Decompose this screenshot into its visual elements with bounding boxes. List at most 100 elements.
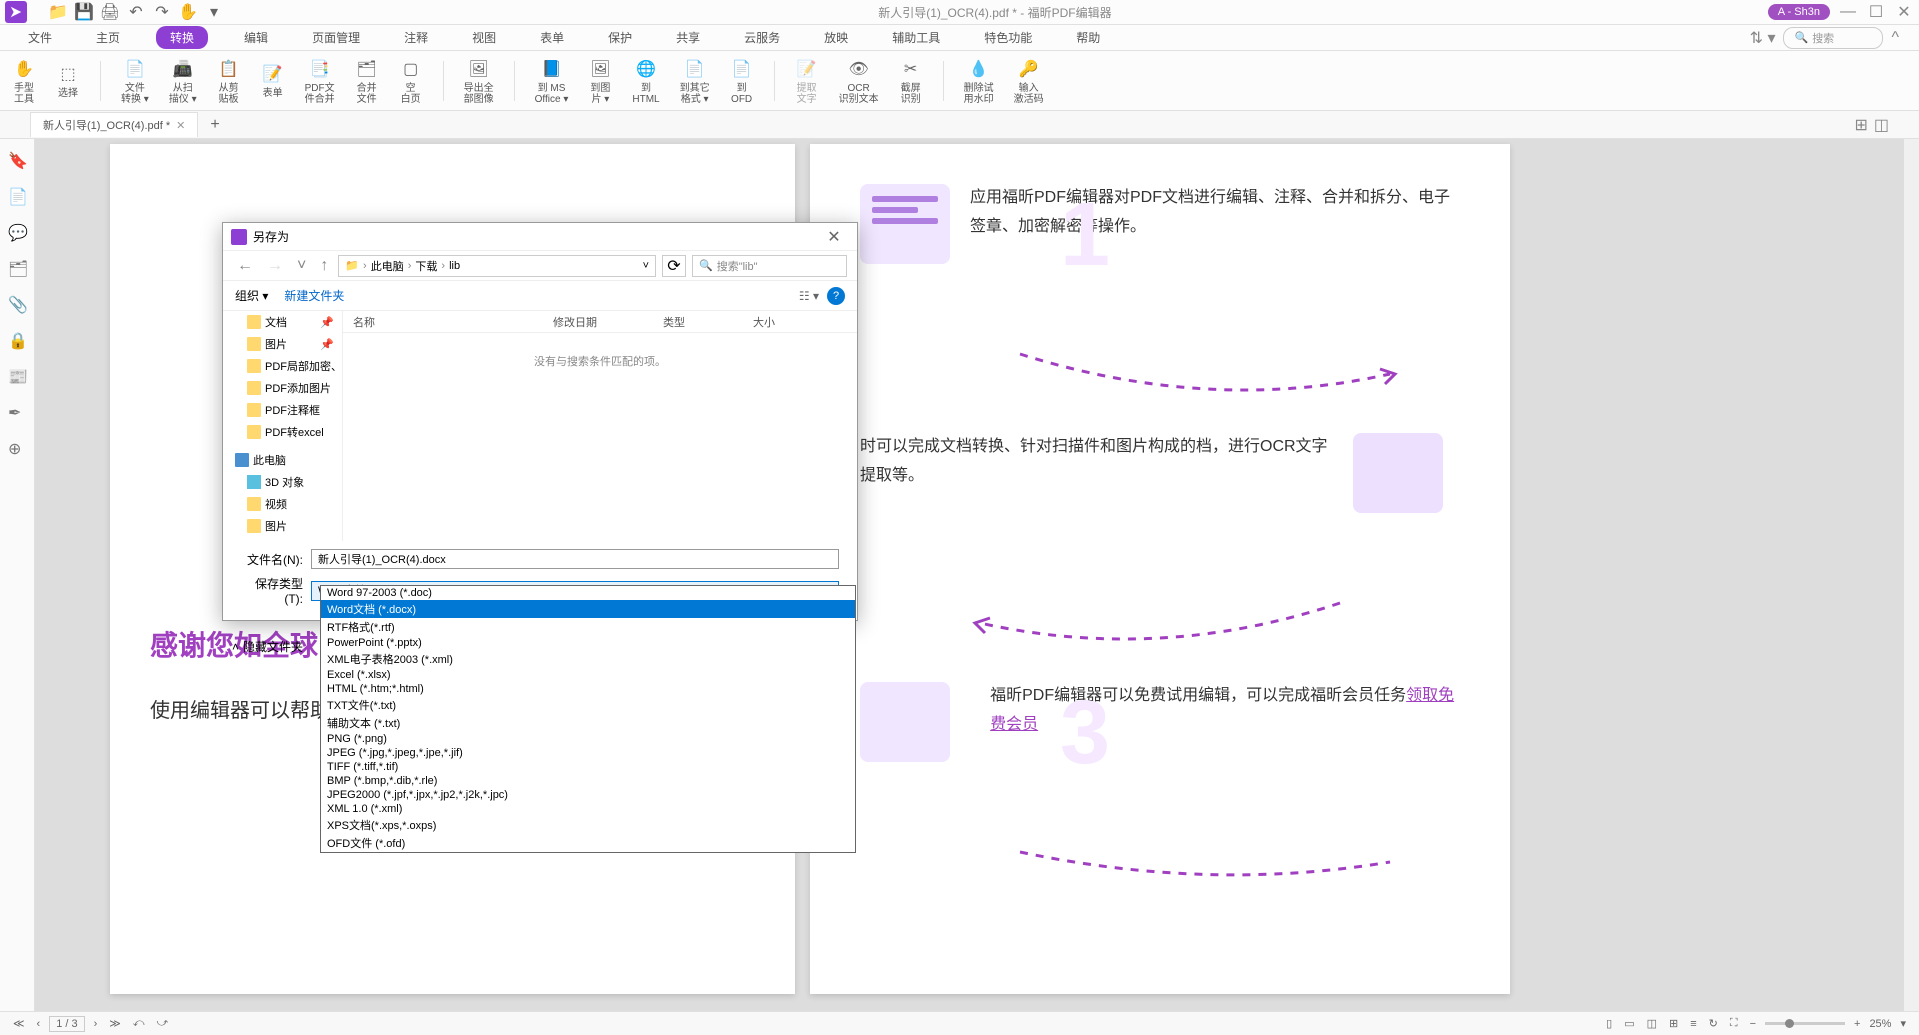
vertical-scrollbar[interactable] — [1904, 139, 1919, 1011]
dd-option[interactable]: Excel (*.xlsx) — [321, 668, 855, 682]
bookmark-icon[interactable]: 🔖 — [8, 151, 26, 169]
menu-help[interactable]: 帮助 — [1068, 26, 1108, 49]
sidebar-item[interactable]: 文档📌 — [223, 311, 342, 333]
ribbon-to-html[interactable]: 🌐到 HTML — [628, 55, 663, 107]
zoom-value[interactable]: 25% — [1869, 1018, 1891, 1030]
document-tab[interactable]: 新人引导(1)_OCR(4).pdf * ✕ — [30, 112, 198, 137]
maximize-button[interactable]: ☐ — [1866, 2, 1886, 22]
ribbon-file-convert[interactable]: 📄文件 转换 ▾ — [117, 55, 153, 107]
menu-home[interactable]: 主页 — [88, 26, 128, 49]
refresh-button[interactable]: ⟳ — [662, 255, 686, 277]
filetype-dropdown[interactable]: Word 97-2003 (*.doc) Word文档 (*.docx) RTF… — [320, 585, 856, 853]
dd-option[interactable]: Word 97-2003 (*.doc) — [321, 586, 855, 600]
breadcrumb[interactable]: 📁 › 此电脑 › 下载 › lib ˅ — [338, 255, 656, 277]
view-reflow-icon[interactable]: ≡ — [1687, 1018, 1699, 1030]
col-type[interactable]: 类型 — [653, 314, 743, 330]
ribbon-merge-files[interactable]: 🗂合并 文件 — [351, 55, 383, 107]
menu-form[interactable]: 表单 — [532, 26, 572, 49]
view-continuous-icon[interactable]: ▭ — [1621, 1017, 1637, 1030]
sidebar-item[interactable]: PDF转excel — [223, 421, 342, 443]
sidebar-item[interactable]: 视频 — [223, 493, 342, 515]
view-two-continuous-icon[interactable]: ⊞ — [1666, 1017, 1681, 1030]
sort-icon[interactable]: ⇅ ▾ — [1750, 28, 1776, 48]
menu-protect[interactable]: 保护 — [600, 26, 640, 49]
qat-open-icon[interactable]: 📁 — [50, 4, 66, 20]
ribbon-screenshot-ocr[interactable]: ✂截屏 识别 — [895, 55, 927, 107]
more-panels-icon[interactable]: ⊕ — [8, 439, 26, 457]
col-name[interactable]: 名称 — [343, 314, 543, 330]
zoom-out-button[interactable]: − — [1747, 1018, 1759, 1030]
menu-file[interactable]: 文件 — [20, 26, 60, 49]
dd-option[interactable]: TIFF (*.tiff,*.tif) — [321, 760, 855, 774]
ribbon-to-msoffice[interactable]: 📘到 MS Office ▾ — [531, 55, 573, 107]
nav-recent-button[interactable]: ˅ — [293, 257, 310, 275]
dialog-close-button[interactable]: ✕ — [819, 227, 849, 247]
dd-option[interactable]: XML电子表格2003 (*.xml) — [321, 650, 855, 668]
qat-more-icon[interactable]: ▾ — [206, 4, 222, 20]
ribbon-from-clipboard[interactable]: 📋从剪 贴板 — [213, 55, 245, 107]
dd-option[interactable]: PowerPoint (*.pptx) — [321, 636, 855, 650]
fullscreen-icon[interactable]: ⛶ — [1727, 1017, 1741, 1030]
attachments-icon[interactable]: 📎 — [8, 295, 26, 313]
signature-icon[interactable]: ✒ — [8, 403, 26, 421]
hide-folders-toggle[interactable]: ˄ 隐藏文件夹 — [232, 638, 303, 655]
dd-option[interactable]: JPEG2000 (*.jpf,*.jpx,*.jp2,*.j2k,*.jpc) — [321, 788, 855, 802]
col-date[interactable]: 修改日期 — [543, 314, 653, 330]
dd-option-selected[interactable]: Word文档 (*.docx) — [321, 600, 855, 618]
view-mode-button[interactable]: ☷ ▾ — [799, 289, 819, 303]
col-size[interactable]: 大小 — [743, 314, 813, 330]
ribbon-remove-watermark[interactable]: 💧删除试 用水印 — [960, 55, 998, 107]
path-root[interactable]: 此电脑 — [371, 258, 404, 274]
ribbon-extract-text[interactable]: 📝提取 文字 — [791, 55, 823, 107]
new-folder-button[interactable]: 新建文件夹 — [284, 287, 344, 304]
nav-up-button[interactable]: ↑ — [316, 257, 332, 275]
first-page-button[interactable]: ≪ — [10, 1017, 28, 1030]
ribbon-activation[interactable]: 🔑输入 激活码 — [1010, 55, 1048, 107]
menu-pages[interactable]: 页面管理 — [304, 26, 368, 49]
ribbon-hand-tool[interactable]: ✋手型 工具 — [8, 55, 40, 107]
menu-share[interactable]: 共享 — [668, 26, 708, 49]
dd-option[interactable]: OFD文件 (*.ofd) — [321, 834, 855, 852]
dd-option[interactable]: JPEG (*.jpg,*.jpeg,*.jpe,*.jif) — [321, 746, 855, 760]
menu-comment[interactable]: 注释 — [396, 26, 436, 49]
dd-option[interactable]: HTML (*.htm;*.html) — [321, 682, 855, 696]
qat-hand-icon[interactable]: ✋ — [180, 4, 196, 20]
dd-option[interactable]: RTF格式(*.rtf) — [321, 618, 855, 636]
ribbon-form[interactable]: 📝表单 — [257, 60, 289, 101]
sidebar-item[interactable]: PDF注释框 — [223, 399, 342, 421]
next-page-button[interactable]: › — [91, 1018, 101, 1030]
user-badge[interactable]: A - Sh3n — [1768, 4, 1830, 20]
tab-close-icon[interactable]: ✕ — [176, 119, 185, 132]
help-button[interactable]: ? — [827, 287, 845, 305]
dd-option[interactable]: 辅助文本 (*.txt) — [321, 714, 855, 732]
nav-back-button[interactable]: ← — [233, 257, 257, 275]
filename-input[interactable] — [311, 549, 839, 569]
ribbon-to-ofd[interactable]: 📄到 OFD — [726, 55, 758, 107]
zoom-slider[interactable] — [1765, 1022, 1845, 1025]
nav-back-icon[interactable]: ⤺ — [130, 1017, 148, 1030]
view-rotate-icon[interactable]: ↻ — [1706, 1017, 1721, 1030]
close-button[interactable]: ✕ — [1894, 2, 1914, 22]
page-indicator[interactable]: 1 / 3 — [49, 1016, 84, 1032]
tab-add-button[interactable]: + — [210, 116, 219, 134]
dd-option[interactable]: BMP (*.bmp,*.dib,*.rle) — [321, 774, 855, 788]
path-downloads[interactable]: 下载 — [415, 258, 437, 274]
menu-present[interactable]: 放映 — [816, 26, 856, 49]
dd-option[interactable]: XPS文档(*.xps,*.oxps) — [321, 816, 855, 834]
dd-option[interactable]: TXT文件(*.txt) — [321, 696, 855, 714]
last-page-button[interactable]: ≫ — [106, 1017, 124, 1030]
sidebar-item[interactable]: 图片 — [223, 515, 342, 537]
comments-icon[interactable]: 💬 — [8, 223, 26, 241]
organize-button[interactable]: 组织 ▾ — [235, 287, 268, 304]
search-box[interactable]: 🔍 搜索 — [1783, 27, 1883, 49]
dialog-search-box[interactable]: 🔍 搜索"lib" — [692, 255, 847, 277]
zoom-dropdown-icon[interactable]: ▾ — [1897, 1017, 1909, 1030]
file-list[interactable]: 名称 修改日期 类型 大小 没有与搜索条件匹配的项。 — [343, 311, 857, 541]
pages-icon[interactable]: 📄 — [8, 187, 26, 205]
menu-features[interactable]: 特色功能 — [976, 26, 1040, 49]
ribbon-select[interactable]: ⬚选择 — [52, 60, 84, 101]
menu-convert[interactable]: 转换 — [156, 26, 208, 49]
sidebar-item[interactable]: PDF添加图片 — [223, 377, 342, 399]
collapse-ribbon-icon[interactable]: ^ — [1891, 29, 1899, 47]
folder-tree[interactable]: 文档📌 图片📌 PDF局部加密、F PDF添加图片 PDF注释框 PDF转exc… — [223, 311, 343, 541]
